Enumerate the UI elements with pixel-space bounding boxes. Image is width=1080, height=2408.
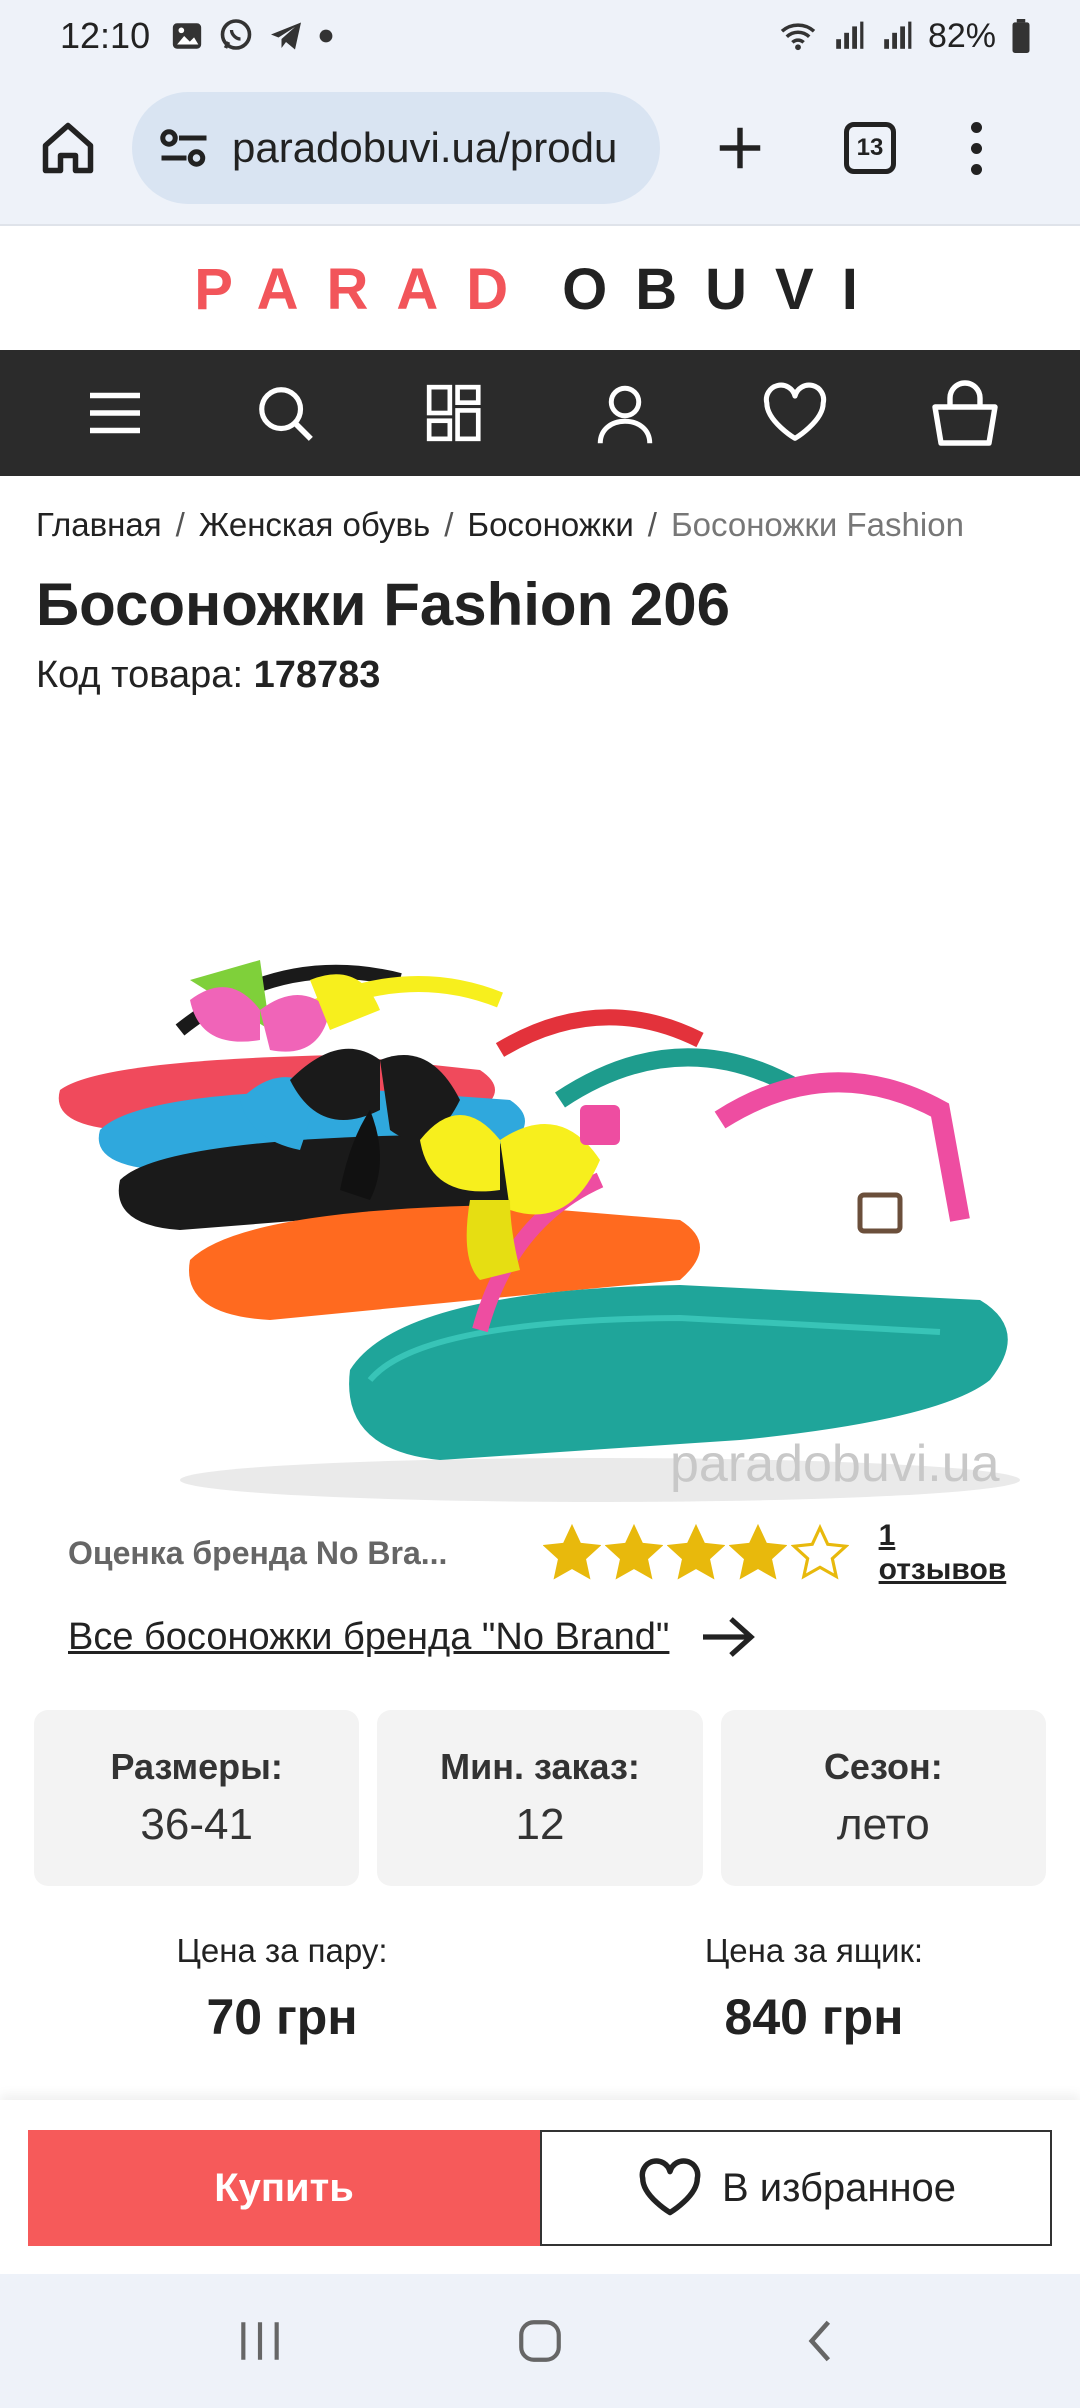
site-settings-icon[interactable]: [154, 118, 214, 178]
card-value: 12: [515, 1800, 565, 1849]
url-text[interactable]: paradobuvi.ua/produ: [232, 124, 617, 172]
notification-icons: [170, 18, 334, 54]
home-button[interactable]: [28, 108, 108, 188]
product-image[interactable]: [40, 940, 1040, 1510]
wifi-icon: [780, 23, 816, 51]
image-watermark: paradobuvi.ua: [670, 1435, 1000, 1493]
dot-icon: [319, 29, 333, 43]
gallery-icon: [172, 23, 202, 49]
telegram-icon: [271, 22, 302, 50]
signal-icon: [836, 21, 864, 49]
home-circle-icon: [519, 2320, 561, 2362]
site-nav: [0, 350, 1080, 476]
system-icons: 82%: [778, 17, 1032, 56]
menu-icon: [90, 392, 140, 434]
home-icon: [42, 122, 94, 174]
arrow-right-icon: [703, 1617, 756, 1657]
system-navigation-bar: [0, 2274, 1080, 2408]
min-order-card: Мин. заказ: 12: [377, 1710, 703, 1886]
site-logo[interactable]: PARAD OBUVI: [0, 228, 1080, 350]
brand-products-link[interactable]: Все босоножки бренда "No Brand": [68, 1616, 669, 1659]
menu-dot: [970, 142, 982, 154]
brand-link-row[interactable]: Все босоножки бренда "No Brand": [68, 1612, 759, 1662]
brand-rating-label: Оценка бренда No Bra...: [68, 1534, 448, 1571]
favorites-label: В избранное: [721, 2165, 957, 2210]
product-code: Код товара: 178783: [36, 654, 380, 697]
browser-menu-button[interactable]: [956, 121, 996, 175]
card-label: Размеры:: [110, 1746, 283, 1787]
home-nav-button[interactable]: [500, 2301, 580, 2381]
back-button[interactable]: [780, 2301, 860, 2381]
breadcrumb: Главная / Женская обувь / Босоножки / Бо…: [36, 506, 1056, 544]
viber-icon: [220, 19, 252, 50]
reviews-link[interactable]: 1 отзывов: [879, 1519, 1028, 1587]
card-value: лето: [836, 1800, 930, 1849]
plus-icon: [719, 127, 761, 169]
star-filled-icon: [728, 1524, 787, 1580]
menu-dot: [970, 121, 982, 133]
battery-percent: 82%: [927, 16, 996, 55]
page: 12:10 82% paradobuvi.ua/produ 13 PARAD O…: [0, 0, 1080, 2408]
basket-icon: [932, 380, 998, 446]
browser-toolbar: paradobuvi.ua/produ 13: [0, 72, 1080, 226]
search-icon: [259, 387, 313, 441]
back-icon: [808, 2320, 831, 2362]
product-title: Босоножки Fashion 206: [36, 571, 731, 638]
cart-button[interactable]: [925, 373, 1005, 453]
star-filled-icon: [604, 1524, 663, 1580]
battery-icon: [1012, 19, 1030, 53]
info-cards: Размеры: 36-41 Мин. заказ: 12 Сезон: лет…: [34, 1710, 1046, 1886]
status-time: 12:10: [60, 15, 151, 56]
card-value: 36-41: [140, 1800, 253, 1849]
catalog-button[interactable]: [415, 373, 495, 453]
rating-row: Оценка бренда No Bra... 1 отзывов: [68, 1519, 1028, 1587]
season-card: Сезон: лето: [720, 1710, 1046, 1886]
price-label: Цена за пару:: [176, 1932, 388, 1969]
breadcrumb-separator: /: [647, 506, 657, 543]
star-empty-icon: [790, 1524, 849, 1580]
breadcrumb-current: Босоножки Fashion: [670, 506, 964, 543]
price-value: 70 грн: [206, 1989, 358, 2045]
buy-button[interactable]: Купить: [28, 2130, 540, 2246]
rating-stars: [542, 1524, 849, 1582]
menu-button[interactable]: [75, 373, 155, 453]
menu-dot: [970, 163, 982, 175]
card-label: Сезон:: [823, 1746, 943, 1787]
new-tab-button[interactable]: [700, 108, 780, 188]
account-button[interactable]: [585, 373, 665, 453]
signal-icon: [884, 21, 912, 49]
breadcrumb-item[interactable]: Женская обувь: [199, 506, 430, 544]
status-bar: 12:10 82%: [0, 0, 1080, 72]
add-to-favorites-button[interactable]: В избранное: [540, 2130, 1052, 2246]
star-filled-icon: [542, 1524, 601, 1580]
price-per-pair: Цена за пару: 70 грн: [16, 1932, 548, 2046]
address-bar[interactable]: paradobuvi.ua/produ: [132, 92, 660, 204]
breadcrumb-item[interactable]: Главная: [36, 506, 162, 544]
star-filled-icon: [666, 1524, 725, 1580]
product-code-value: 178783: [253, 654, 381, 696]
heart-icon: [639, 2158, 701, 2216]
heart-icon: [763, 382, 827, 441]
price-label: Цена за ящик:: [704, 1932, 924, 1969]
logo-part-obuvi: OBUVI: [562, 256, 886, 322]
user-icon: [597, 385, 653, 444]
action-bar: Купить В избранное: [0, 2100, 1080, 2274]
card-label: Мин. заказ:: [440, 1746, 640, 1787]
price-per-box: Цена за ящик: 840 грн: [548, 1932, 1080, 2046]
wishlist-button[interactable]: [755, 373, 835, 453]
tab-switcher-button[interactable]: 13: [844, 122, 896, 174]
price-value: 840 грн: [724, 1989, 904, 2045]
product-code-label: Код товара:: [36, 654, 243, 696]
breadcrumb-item[interactable]: Босоножки: [467, 506, 633, 544]
prices: Цена за пару: 70 грн Цена за ящик: 840 г…: [0, 1932, 1080, 2046]
breadcrumb-separator: /: [175, 506, 185, 543]
recent-apps-icon: [241, 2322, 279, 2360]
sizes-card: Размеры: 36-41: [34, 1710, 360, 1886]
search-button[interactable]: [245, 373, 325, 453]
recent-apps-button[interactable]: [220, 2301, 300, 2381]
logo-part-parad: PARAD: [194, 256, 537, 322]
catalog-icon: [426, 384, 481, 442]
breadcrumb-separator: /: [444, 506, 454, 543]
